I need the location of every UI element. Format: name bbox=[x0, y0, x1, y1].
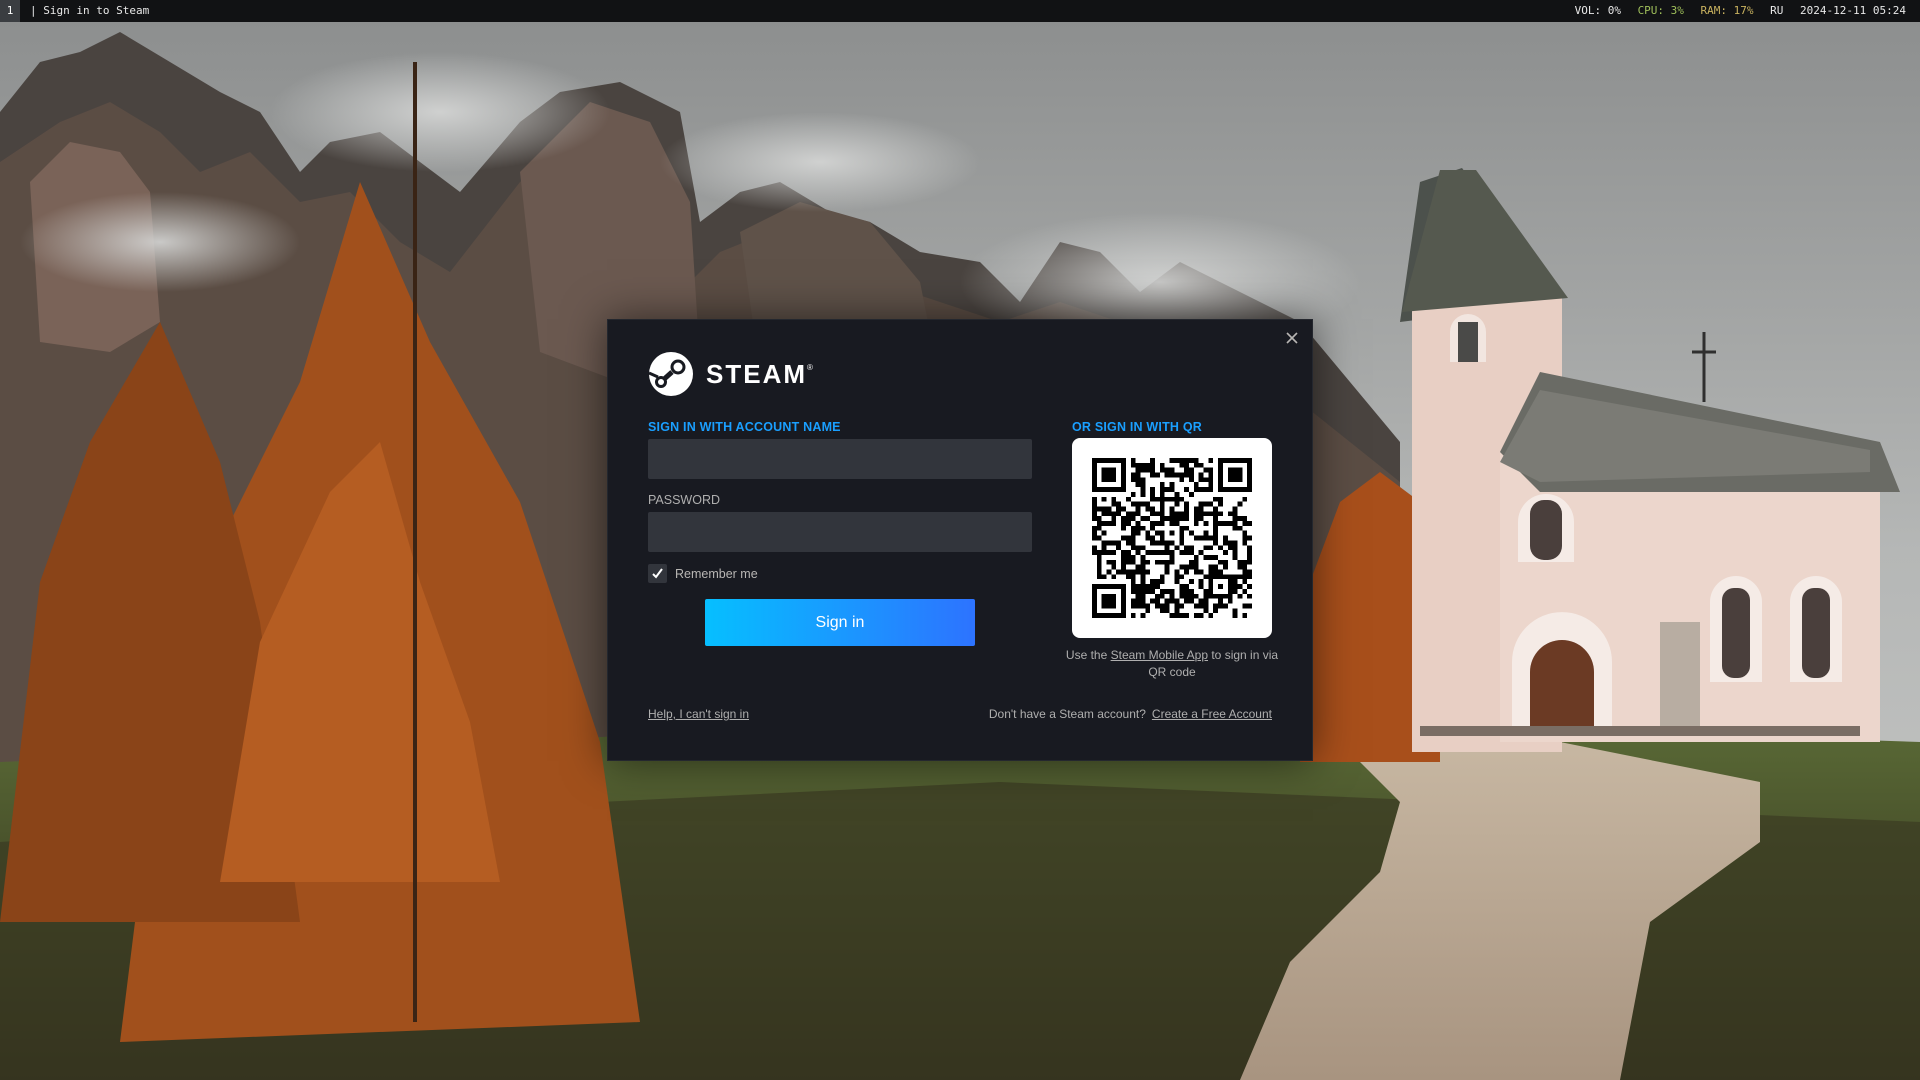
qr-caption: Use the Steam Mobile App to sign in via … bbox=[1062, 647, 1282, 681]
cpu-status: CPU: 3% bbox=[1637, 4, 1684, 17]
keyboard-layout: RU bbox=[1770, 4, 1784, 17]
password-input[interactable] bbox=[648, 512, 1032, 552]
checkmark-icon bbox=[652, 568, 663, 579]
password-label: PASSWORD bbox=[648, 493, 720, 507]
window-title: | Sign in to Steam bbox=[30, 4, 150, 17]
account-name-label: SIGN IN WITH ACCOUNT NAME bbox=[648, 420, 841, 434]
qr-code-container bbox=[1072, 438, 1272, 638]
remember-me-label: Remember me bbox=[675, 566, 758, 581]
qr-section-label: OR SIGN IN WITH QR bbox=[1072, 420, 1202, 434]
steam-signin-dialog: STEAM® SIGN IN WITH ACCOUNT NAME PASSWOR… bbox=[607, 319, 1313, 761]
top-status-bar: 1 | Sign in to Steam VOL: 0% CPU: 3% RAM… bbox=[0, 0, 1920, 22]
account-name-input[interactable] bbox=[648, 439, 1032, 479]
steam-mobile-app-link[interactable]: Steam Mobile App bbox=[1111, 648, 1208, 662]
registered-mark: ® bbox=[807, 362, 813, 372]
help-cant-sign-in-link[interactable]: Help, I can't sign in bbox=[648, 707, 749, 721]
create-account-row: Don't have a Steam account? Create a Free… bbox=[989, 707, 1272, 721]
clock: 2024-12-11 05:24 bbox=[1800, 4, 1906, 17]
workspace-indicator[interactable]: 1 bbox=[0, 0, 20, 22]
steam-wordmark: STEAM® bbox=[706, 359, 813, 390]
checkbox-box[interactable] bbox=[648, 564, 667, 583]
create-free-account-link[interactable]: Create a Free Account bbox=[1152, 707, 1272, 721]
steam-wordmark-text: STEAM bbox=[706, 358, 807, 389]
volume-status: VOL: 0% bbox=[1574, 4, 1621, 17]
system-status: VOL: 0% CPU: 3% RAM: 17% RU 2024-12-11 0… bbox=[1565, 0, 1906, 22]
steam-logo-icon bbox=[648, 352, 693, 396]
close-icon bbox=[1286, 332, 1298, 344]
steam-logo: STEAM® bbox=[648, 350, 813, 398]
remember-me-checkbox[interactable]: Remember me bbox=[648, 564, 758, 583]
ram-status: RAM: 17% bbox=[1700, 4, 1754, 17]
close-button[interactable] bbox=[1280, 326, 1304, 350]
qr-caption-prefix: Use the bbox=[1065, 648, 1111, 662]
no-account-text: Don't have a Steam account? bbox=[988, 707, 1146, 721]
qr-code-image bbox=[1092, 458, 1252, 618]
sign-in-button[interactable]: Sign in bbox=[705, 599, 975, 646]
